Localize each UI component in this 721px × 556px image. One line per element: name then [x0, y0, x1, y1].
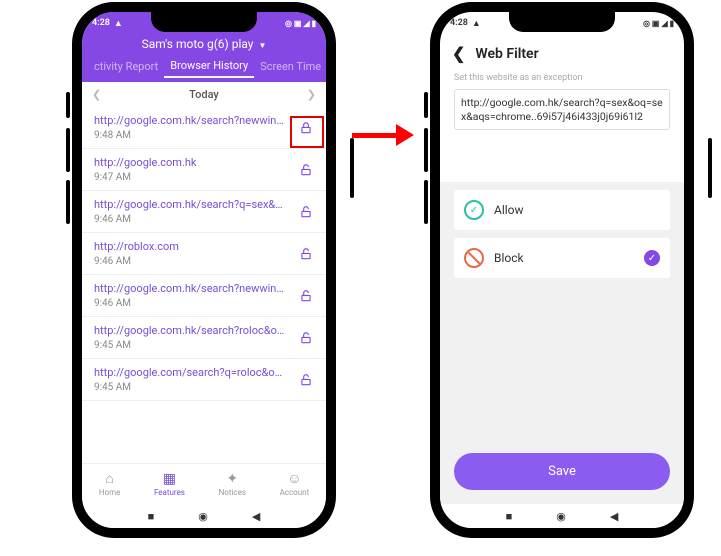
nav-back-icon[interactable]: ◀ — [610, 510, 618, 523]
tab-features-label: Features — [154, 488, 185, 497]
page-title: Web Filter — [475, 46, 538, 62]
device-selector[interactable]: Sam's moto g(6) play ▼ — [82, 34, 326, 55]
tab-notices[interactable]: ✦ Notices — [219, 472, 246, 497]
tab-browser-history[interactable]: Browser History — [164, 55, 254, 78]
status-notif-icon: ▲ — [472, 18, 481, 29]
tab-features[interactable]: ▦ Features — [154, 472, 185, 497]
history-row[interactable]: http://google.com.hk/search?q=sex&oq=s..… — [82, 191, 326, 233]
notch — [151, 10, 257, 32]
status-time: 4:28 — [92, 18, 110, 28]
history-row[interactable]: http://google.com/search?q=roloc&oq=rol.… — [82, 359, 326, 401]
status-time: 4:28 — [450, 18, 468, 28]
history-time: 9:46 AM — [94, 256, 288, 267]
phone-side-button — [66, 92, 70, 118]
option-allow-label: Allow — [494, 203, 524, 217]
tab-account-label: Account — [280, 488, 310, 497]
tab-screen-time[interactable]: Screen Time — [254, 56, 327, 77]
phone-side-button — [424, 128, 428, 172]
block-circle-icon — [464, 248, 484, 268]
phone-side-button — [66, 180, 70, 224]
option-allow[interactable]: ✓ Allow — [454, 190, 670, 230]
history-url: http://google.com.hk/search?q=sex&oq=s..… — [94, 198, 288, 211]
history-time: 9:46 AM — [94, 298, 288, 309]
system-nav: ■ ◉ ◀ — [82, 504, 326, 528]
history-time: 9:47 AM — [94, 172, 288, 183]
option-block[interactable]: Block ✓ — [454, 238, 670, 278]
page-header: ❮ Web Filter — [440, 34, 684, 69]
options-area: ✓ Allow Block ✓ Save — [440, 182, 684, 504]
url-input[interactable]: http://google.com.hk/search?q=sex&oq=sex… — [454, 89, 670, 130]
history-time: 9:48 AM — [94, 130, 288, 141]
history-url: http://google.com.hk/search?newwindow... — [94, 114, 288, 127]
check-circle-icon: ✓ — [464, 200, 484, 220]
history-url: http://google.com/search?q=roloc&oq=rol.… — [94, 366, 288, 379]
history-url: http://google.com.hk/search?roloc&oq... — [94, 324, 288, 337]
history-url: http://roblox.com — [94, 240, 288, 253]
lock-icon[interactable] — [296, 160, 316, 180]
phone-left: 4:28 ▲ ◎ ▣ ◢ ▮ Sam's moto g(6) play ▼ ct… — [72, 2, 336, 538]
features-icon: ▦ — [163, 472, 176, 486]
phone-side-button — [424, 92, 428, 118]
history-url: http://google.com.hk/search?newwindow... — [94, 282, 288, 295]
nav-back-icon[interactable]: ◀ — [252, 510, 260, 523]
tab-home-label: Home — [99, 488, 121, 497]
status-right-icons: ◎ ▣ ◢ ▮ — [285, 19, 316, 28]
tab-notices-label: Notices — [219, 488, 246, 497]
history-row[interactable]: http://google.com.hk 9:47 AM — [82, 149, 326, 191]
back-icon[interactable]: ❮ — [452, 44, 465, 63]
tab-home[interactable]: ⌂ Home — [99, 472, 121, 497]
date-label: Today — [189, 88, 219, 101]
account-icon: ☺ — [287, 472, 301, 486]
option-block-label: Block — [494, 251, 524, 265]
phone-side-button — [350, 138, 354, 198]
page-subtitle: Set this website as an exception — [440, 69, 684, 87]
lock-icon[interactable] — [296, 244, 316, 264]
chevron-down-icon: ▼ — [258, 41, 266, 50]
history-row[interactable]: http://google.com.hk/search?roloc&oq... … — [82, 317, 326, 359]
next-day-button[interactable]: ❯ — [307, 88, 316, 101]
history-list: http://google.com.hk/search?newwindow...… — [82, 107, 326, 401]
history-time: 9:45 AM — [94, 340, 288, 351]
menu-icon[interactable]: ≡ — [327, 58, 335, 75]
lock-icon[interactable] — [296, 328, 316, 348]
history-time: 9:45 AM — [94, 382, 288, 393]
history-url: http://google.com.hk — [94, 156, 288, 169]
selected-check-icon: ✓ — [644, 250, 660, 266]
bottom-tabbar: ⌂ Home ▦ Features ✦ Notices ☺ Account — [82, 463, 326, 504]
prev-day-button[interactable]: ❮ — [92, 88, 101, 101]
system-nav: ■ ◉ ◀ — [440, 504, 684, 528]
save-button[interactable]: Save — [454, 453, 670, 490]
status-right-icons: ◎ ▣ ◢ ▮ — [643, 19, 674, 28]
lock-icon[interactable] — [296, 202, 316, 222]
tab-activity-report[interactable]: ctivity Report — [88, 56, 164, 77]
history-row[interactable]: http://google.com.hk/search?newwindow...… — [82, 107, 326, 149]
history-time: 9:46 AM — [94, 214, 288, 225]
history-row[interactable]: http://google.com.hk/search?newwindow...… — [82, 275, 326, 317]
history-row[interactable]: http://roblox.com 9:46 AM — [82, 233, 326, 275]
phone-side-button — [66, 128, 70, 172]
lock-icon[interactable] — [296, 370, 316, 390]
nav-home-icon[interactable]: ◉ — [556, 510, 566, 523]
lock-icon[interactable] — [296, 286, 316, 306]
phone-side-button — [708, 138, 712, 198]
bell-icon: ✦ — [226, 472, 238, 486]
nav-recent-icon[interactable]: ■ — [148, 510, 155, 523]
phone-right: 4:28 ▲ ◎ ▣ ◢ ▮ ❮ Web Filter Set this web… — [430, 2, 694, 538]
nav-recent-icon[interactable]: ■ — [506, 510, 513, 523]
home-icon: ⌂ — [105, 472, 113, 486]
tab-account[interactable]: ☺ Account — [280, 472, 310, 497]
phone-side-button — [424, 180, 428, 224]
device-name-label: Sam's moto g(6) play — [142, 37, 254, 51]
header-tabs: ctivity Report Browser History Screen Ti… — [82, 55, 326, 78]
lock-icon[interactable] — [296, 118, 316, 138]
nav-home-icon[interactable]: ◉ — [198, 510, 208, 523]
notch — [509, 10, 615, 32]
status-notif-icon: ▲ — [114, 18, 123, 29]
arrow-annotation — [352, 124, 414, 146]
date-navigator: ❮ Today ❯ — [82, 82, 326, 107]
